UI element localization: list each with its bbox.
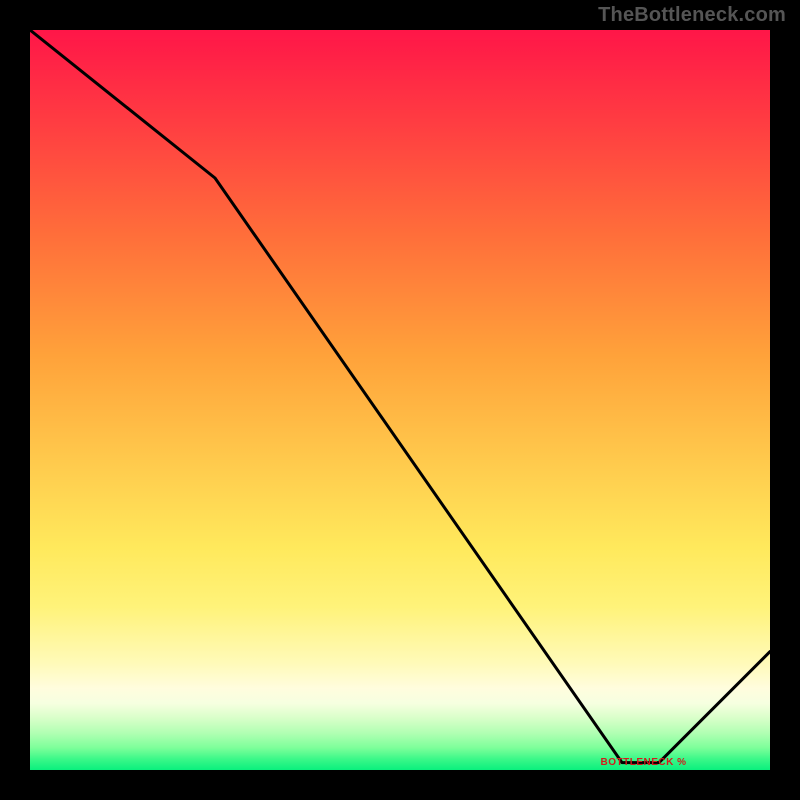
watermark-text: TheBottleneck.com — [598, 4, 786, 27]
plot-area: BOTTLENECK % — [30, 30, 770, 770]
bottleneck-line — [30, 30, 770, 763]
bottleneck-label: BOTTLENECK % — [601, 757, 687, 768]
line-overlay — [30, 30, 770, 770]
chart-container: TheBottleneck.com BOTTLENECK % — [0, 0, 800, 800]
